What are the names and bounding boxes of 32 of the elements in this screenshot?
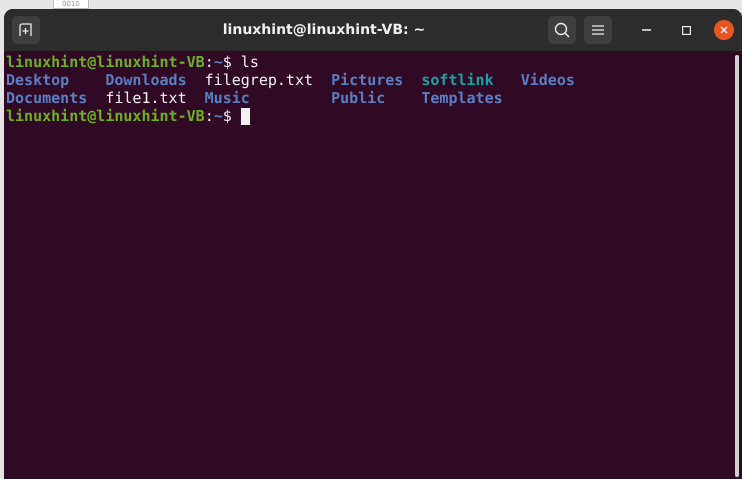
close-icon [720,26,728,34]
new-tab-icon [19,23,33,37]
prompt-path: ~ [214,107,223,125]
file-name: Videos [520,71,575,89]
search-button[interactable] [548,16,576,44]
file-name: filegrep.txt [204,71,314,89]
prompt-separator: : [204,53,214,71]
window-title: linuxhint@linuxhint-VB: ~ [222,20,426,40]
menu-button[interactable] [584,16,612,44]
file-name: Templates [421,89,504,107]
file-name: file1.txt [105,89,188,107]
file-name: Public [331,89,386,107]
minimize-icon [642,29,650,31]
file-name: Music [204,89,251,107]
search-icon [554,22,570,38]
prompt-user-host: linuxhint@linuxhint-VB [6,107,205,125]
prompt-symbol: $ [222,107,232,125]
prompt-separator: : [204,107,214,125]
file-name: Pictures [331,71,404,89]
new-tab-button[interactable] [12,16,40,44]
file-name: softlink [421,71,495,89]
prompt-user-host: linuxhint@linuxhint-VB [6,53,205,71]
file-name: Downloads [105,71,188,89]
close-button[interactable] [714,20,734,40]
menu-icon [592,25,604,35]
command-text: ls [240,53,259,71]
scrollbar[interactable] [735,55,739,477]
prompt-path: ~ [214,53,223,71]
file-name: Documents [6,89,88,107]
prompt-symbol: $ [222,53,232,71]
maximize-icon [682,26,690,34]
file-name: Desktop [6,71,70,89]
